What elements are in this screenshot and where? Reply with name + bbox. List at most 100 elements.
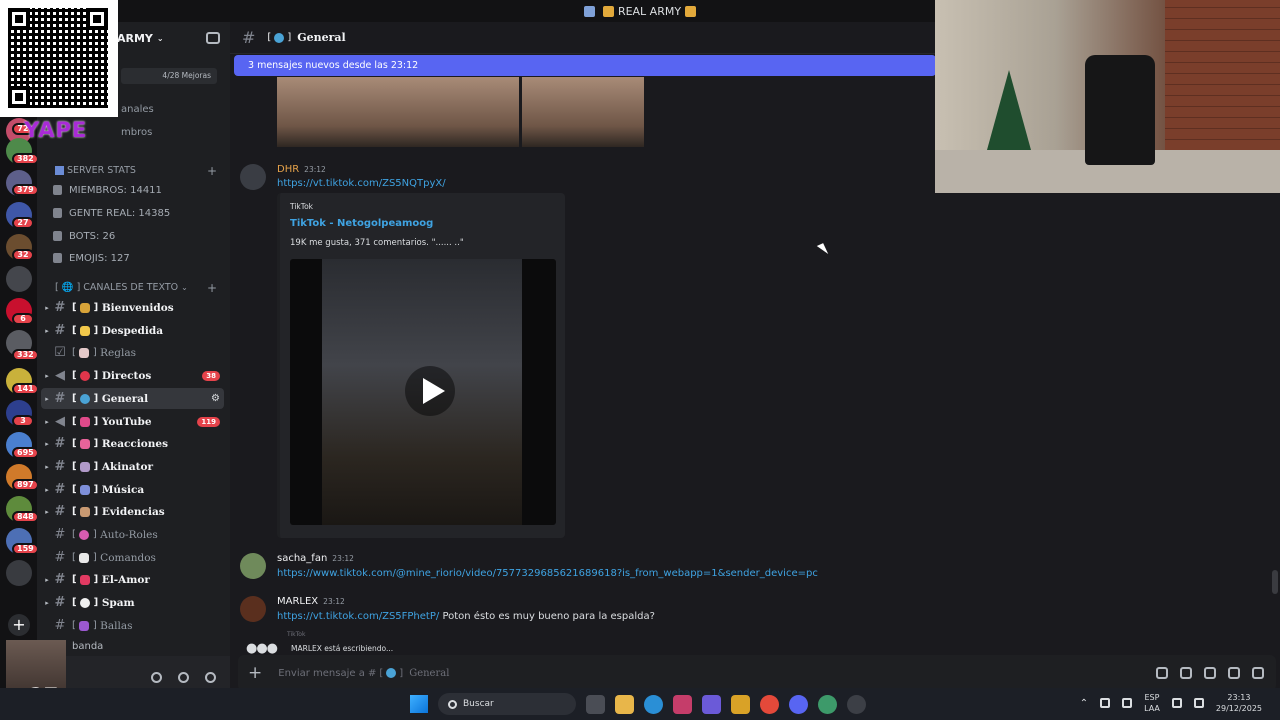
microphone-icon[interactable] bbox=[151, 671, 162, 683]
nitro-gift-icon[interactable] bbox=[1156, 667, 1168, 679]
chevron-down-icon: ⌄ bbox=[156, 33, 164, 43]
clock[interactable]: 23:13 29/12/2025 bbox=[1216, 692, 1262, 714]
chrome-icon[interactable] bbox=[760, 694, 779, 714]
channel-general[interactable]: ▸ #[] General ⚙ bbox=[41, 388, 224, 409]
channel-bienvenidos[interactable]: ▸ #[] Bienvenidos bbox=[41, 297, 224, 318]
channel-spam[interactable]: ▸ #[] Spam bbox=[41, 592, 224, 613]
author-name[interactable]: MARLEX bbox=[277, 596, 318, 607]
rules-icon: ☑ bbox=[54, 345, 66, 360]
category-server-stats[interactable]: SERVER STATS + bbox=[55, 164, 217, 178]
image-attachment[interactable] bbox=[522, 77, 644, 147]
channel-label: Comandos bbox=[100, 551, 156, 564]
server-icon[interactable] bbox=[6, 560, 32, 586]
obs-icon[interactable] bbox=[847, 694, 866, 714]
browser-icon[interactable] bbox=[818, 694, 837, 714]
nav-channels[interactable]: anales bbox=[121, 104, 154, 115]
channel-musica[interactable]: ▸ #[] Música bbox=[41, 479, 224, 500]
channel-label: Reacciones bbox=[101, 437, 169, 450]
add-server-button[interactable]: + bbox=[8, 614, 30, 636]
lock-icon bbox=[53, 185, 62, 195]
category-text-channels[interactable]: [ 🌐 ] CANALES DE TEXTO ⌄ + bbox=[55, 281, 217, 295]
hash-icon: # bbox=[54, 595, 66, 610]
server-icon[interactable] bbox=[6, 266, 32, 292]
chevron-up-icon[interactable]: ⌃ bbox=[1080, 698, 1088, 709]
avatar[interactable] bbox=[240, 596, 266, 622]
add-channel-icon[interactable]: + bbox=[207, 281, 217, 295]
message-input[interactable]: + Enviar mensaje a # [] General bbox=[238, 655, 1276, 691]
message-link[interactable]: https://www.tiktok.com/@mine_riorio/vide… bbox=[277, 568, 818, 579]
headphones-icon[interactable] bbox=[178, 671, 189, 683]
avatar[interactable] bbox=[240, 164, 266, 190]
add-channel-icon[interactable]: + bbox=[207, 164, 217, 178]
discord-icon[interactable] bbox=[789, 694, 808, 714]
channel-auto-roles[interactable]: #[] Auto-Roles bbox=[41, 524, 224, 545]
hash-icon: # bbox=[54, 504, 66, 519]
message-link[interactable]: https://vt.tiktok.com/ZS5FPhetP/ bbox=[277, 611, 439, 622]
channel-reacciones[interactable]: ▸ #[] Reacciones bbox=[41, 433, 224, 454]
app-icon[interactable] bbox=[731, 694, 750, 714]
message-line: https://vt.tiktok.com/ZS5FPhetP/ Poton é… bbox=[277, 611, 655, 622]
boost-progress[interactable]: 4/28 Mejoras bbox=[121, 68, 217, 84]
windows-start-icon[interactable] bbox=[410, 695, 428, 713]
language-indicator[interactable]: ESP LAA bbox=[1144, 692, 1160, 714]
channel-reglas[interactable]: ☑[] Reglas bbox=[41, 342, 224, 363]
add-attachment-icon[interactable]: + bbox=[248, 663, 262, 683]
channel-evidencias[interactable]: ▸ #[] Evidencias bbox=[41, 501, 224, 522]
channel-emoji-icon bbox=[79, 416, 90, 427]
message-link[interactable]: https://vt.tiktok.com/ZS5NQTpyX/ bbox=[277, 178, 446, 189]
search-label: Buscar bbox=[463, 699, 494, 709]
embed-title[interactable]: TikTok - Netogolpeamoog bbox=[290, 218, 433, 229]
lock-icon bbox=[53, 253, 62, 263]
nav-members[interactable]: mbros bbox=[121, 127, 152, 138]
clock-date: 29/12/2025 bbox=[1215, 704, 1262, 713]
task-view-icon[interactable] bbox=[586, 694, 605, 714]
channel-label: Auto-Roles bbox=[100, 528, 158, 541]
channel-despedida[interactable]: ▸ #[] Despedida bbox=[41, 320, 224, 341]
wifi-icon[interactable] bbox=[1171, 698, 1182, 708]
new-messages-bar[interactable]: 3 mensajes nuevos desde las 23:12 bbox=[234, 55, 936, 76]
message-header: sacha_fan 23:12 bbox=[277, 553, 354, 564]
stat-channel[interactable]: GENTE REAL: 14385 bbox=[53, 203, 170, 223]
microphone-icon[interactable] bbox=[1122, 698, 1133, 708]
channel-directos[interactable]: ▸ ◀[] Directos 38 bbox=[41, 365, 224, 386]
stat-channel[interactable]: MIEMBROS: 14411 bbox=[53, 180, 162, 200]
copilot-icon[interactable] bbox=[702, 694, 721, 714]
network-icon[interactable] bbox=[1100, 698, 1111, 708]
store-icon[interactable] bbox=[673, 694, 692, 714]
embed-peek: TikTok bbox=[287, 631, 306, 638]
invite-settings-icons[interactable]: ⚙ bbox=[211, 393, 220, 404]
stat-label: BOTS: 26 bbox=[69, 230, 116, 242]
author-name[interactable]: DHR bbox=[277, 164, 299, 175]
volume-icon[interactable] bbox=[1193, 698, 1204, 708]
channel-akinator[interactable]: ▸ #[] Akinator bbox=[41, 456, 224, 477]
channel-ballas[interactable]: #[] Ballas bbox=[41, 615, 224, 636]
edge-icon[interactable] bbox=[644, 694, 663, 714]
play-icon[interactable] bbox=[405, 366, 455, 416]
image-attachment[interactable] bbox=[277, 77, 519, 147]
channel-el-amor[interactable]: ▸ #[] El-Amor bbox=[41, 569, 224, 590]
stat-channel[interactable]: BOTS: 26 bbox=[53, 226, 115, 246]
author-name[interactable]: sacha_fan bbox=[277, 553, 327, 564]
sticker-icon[interactable] bbox=[1204, 667, 1216, 679]
window-title: REAL ARMY bbox=[617, 4, 682, 18]
avatar[interactable] bbox=[240, 553, 266, 579]
gif-icon[interactable] bbox=[1180, 667, 1192, 679]
hash-icon: # bbox=[242, 28, 256, 47]
input-tools bbox=[1156, 667, 1276, 679]
video-player[interactable] bbox=[290, 259, 556, 525]
emoji-icon[interactable] bbox=[1228, 667, 1240, 679]
message-header: DHR 23:12 bbox=[277, 164, 326, 175]
server-badge: 897 bbox=[12, 479, 39, 491]
stat-channel[interactable]: EMOJIS: 127 bbox=[53, 248, 130, 268]
channel-youtube[interactable]: ▸ ◀[] YouTube 119 bbox=[41, 411, 224, 432]
apps-icon[interactable] bbox=[1252, 667, 1264, 679]
channel-label: YouTube bbox=[101, 415, 152, 428]
channel-comandos[interactable]: #[] Comandos bbox=[41, 547, 224, 568]
add-user-icon[interactable] bbox=[206, 32, 220, 44]
taskbar-search[interactable]: Buscar bbox=[438, 693, 576, 715]
scrollbar[interactable] bbox=[1272, 570, 1278, 594]
gear-icon[interactable] bbox=[205, 671, 216, 683]
search-icon bbox=[448, 699, 457, 709]
voice-channel-partial[interactable]: banda bbox=[72, 641, 103, 652]
file-explorer-icon[interactable] bbox=[615, 694, 634, 714]
